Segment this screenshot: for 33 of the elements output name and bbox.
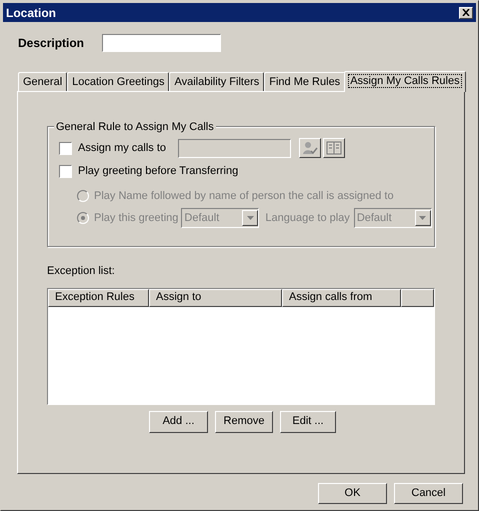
checkbox[interactable] xyxy=(59,142,72,154)
radio-label: Play this greeting xyxy=(94,210,178,226)
checkbox[interactable] xyxy=(59,164,72,178)
tab[interactable]: General xyxy=(18,72,68,91)
close-icon xyxy=(462,9,470,16)
language-label: Language to play xyxy=(265,210,350,226)
checkbox-label: Assign my calls to xyxy=(78,140,168,156)
tab[interactable]: Assign My Calls Rules xyxy=(344,71,466,92)
address-book-icon[interactable] xyxy=(323,138,345,158)
checkbox-label: Play greeting before Transferring xyxy=(78,164,238,179)
column-header[interactable]: Assign calls from xyxy=(282,288,401,306)
list-button[interactable]: Edit ... xyxy=(280,410,336,432)
group-title: General Rule to Assign My Calls xyxy=(54,119,216,136)
window-title: Location xyxy=(6,4,56,22)
column-header[interactable]: Assign to xyxy=(149,288,282,306)
tab[interactable]: Availability Filters xyxy=(169,72,264,91)
caret-icon xyxy=(419,216,426,220)
list-button[interactable]: Add ... xyxy=(149,410,208,432)
description-field[interactable] xyxy=(102,34,221,52)
list-button[interactable]: Remove xyxy=(215,410,273,432)
description-label: Description xyxy=(18,35,86,52)
close-button[interactable] xyxy=(459,6,473,18)
tab[interactable]: Location Greetings xyxy=(67,72,170,91)
caret-icon xyxy=(246,216,254,220)
dialog-button[interactable]: OK xyxy=(318,483,387,504)
dialog-button[interactable]: Cancel xyxy=(394,483,463,504)
column-header[interactable]: Exception Rules xyxy=(48,288,149,306)
person-check-icon[interactable] xyxy=(299,138,321,158)
tab[interactable]: Find Me Rules xyxy=(264,72,346,91)
exception-list[interactable]: Exception Rules Assign to Assign calls from xyxy=(47,288,435,404)
column-header[interactable] xyxy=(401,288,434,306)
exception-list-label: Exception list: xyxy=(47,264,116,279)
radio-label: Play Name followed by name of person the call is assigned to xyxy=(94,188,394,204)
